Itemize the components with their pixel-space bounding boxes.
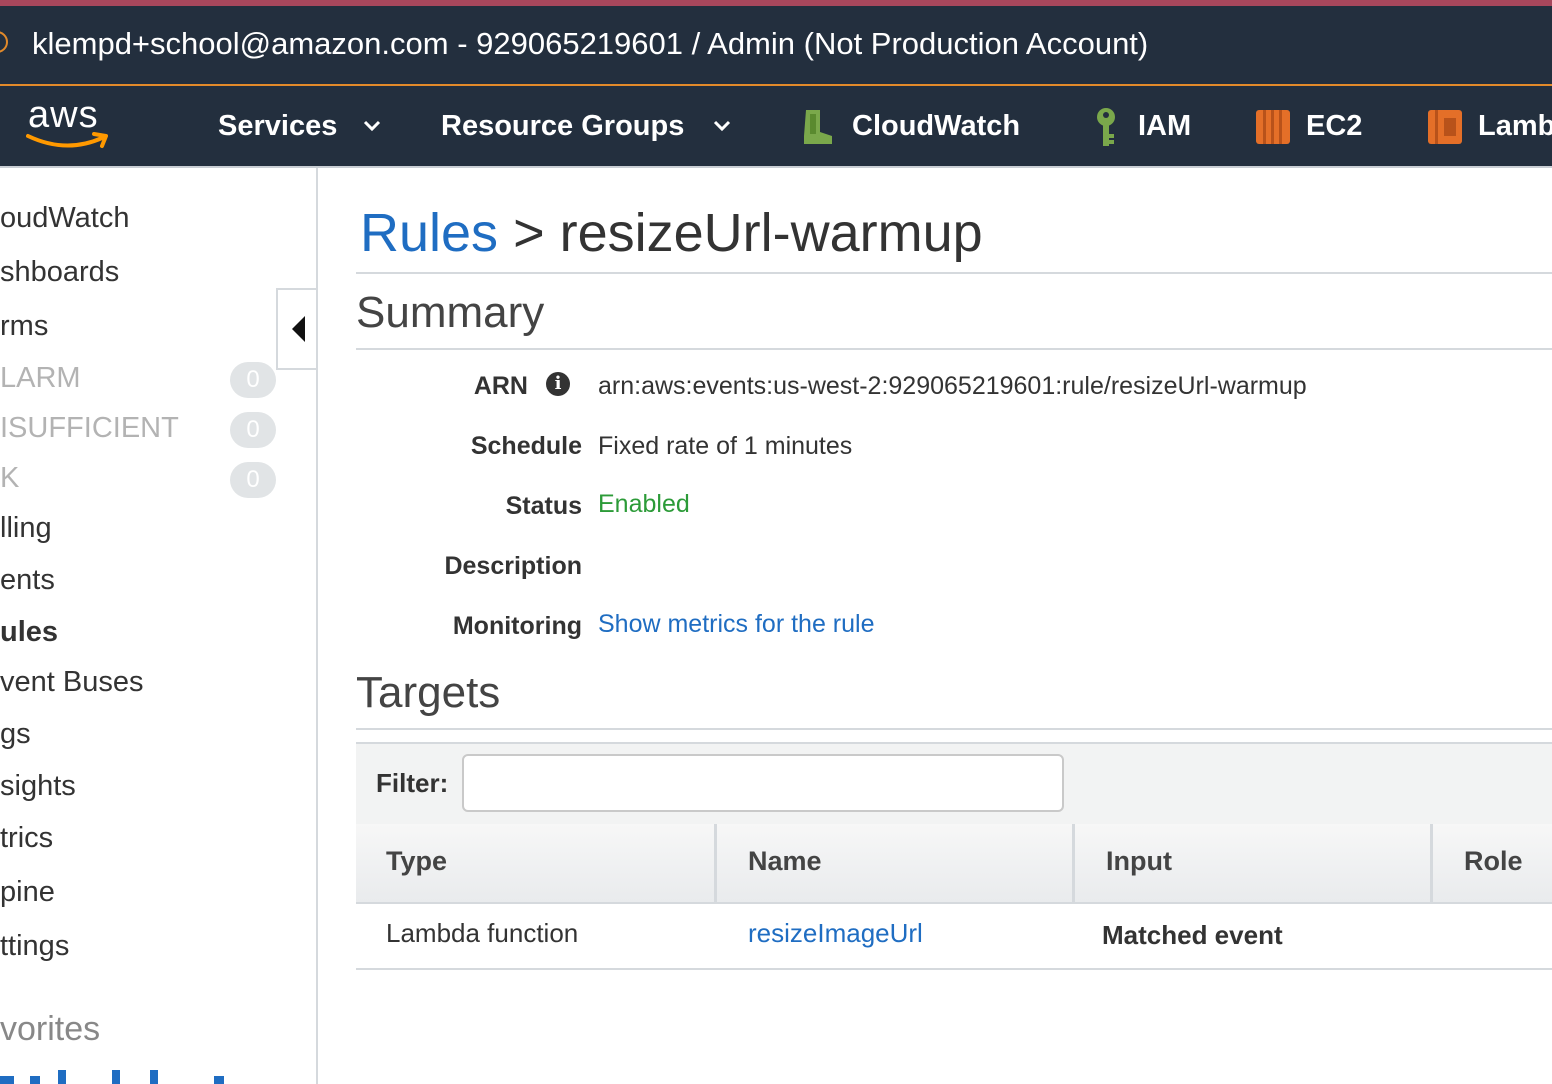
sidebar-item-billing[interactable]: lling bbox=[0, 512, 52, 545]
show-metrics-link[interactable]: Show metrics for the rule bbox=[598, 610, 875, 639]
account-status-icon bbox=[0, 31, 8, 53]
sidebar-item-alarms[interactable]: rms bbox=[0, 310, 48, 343]
sidebar-item-rules[interactable]: ules bbox=[0, 616, 58, 649]
targets-divider bbox=[356, 728, 1552, 730]
sidebar-favorite-link-partial[interactable] bbox=[0, 1068, 230, 1084]
info-icon[interactable]: i bbox=[546, 372, 570, 396]
row-divider bbox=[356, 968, 1552, 970]
monitoring-label: Monitoring bbox=[452, 612, 582, 640]
target-type-cell: Lambda function bbox=[386, 918, 579, 948]
column-header-role[interactable]: Role bbox=[1464, 846, 1523, 877]
column-divider bbox=[714, 824, 717, 902]
filter-label: Filter: bbox=[376, 768, 449, 798]
chevron-down-icon[interactable] bbox=[362, 116, 382, 136]
page-title: Rules > resizeUrl-warmup bbox=[360, 202, 983, 264]
sidebar-item-metrics[interactable]: trics bbox=[0, 822, 53, 855]
column-header-type[interactable]: Type bbox=[386, 846, 447, 877]
rule-name: resizeUrl-warmup bbox=[559, 203, 983, 263]
ok-count-badge: 0 bbox=[230, 462, 276, 498]
account-info: klempd+school@amazon.com - 929065219601 … bbox=[32, 26, 1149, 61]
global-nav: aws Services Resource Groups CloudWatch … bbox=[0, 86, 1552, 168]
sidebar-item-settings[interactable]: ttings bbox=[0, 930, 69, 963]
column-divider bbox=[1430, 824, 1433, 902]
lambda-icon bbox=[1428, 110, 1462, 144]
shortcut-iam[interactable]: IAM bbox=[1138, 110, 1191, 143]
column-header-name[interactable]: Name bbox=[748, 846, 822, 877]
summary-heading: Summary bbox=[356, 288, 545, 337]
shortcut-ec2[interactable]: EC2 bbox=[1306, 110, 1362, 143]
summary-divider bbox=[356, 348, 1552, 350]
cut-off-link-glyphs bbox=[0, 1070, 224, 1084]
services-menu[interactable]: Services bbox=[218, 110, 337, 143]
sidebar-item-insufficient-state[interactable]: ISUFFICIENT bbox=[0, 412, 179, 445]
alarm-count-badge: 0 bbox=[230, 362, 276, 398]
column-header-input[interactable]: Input bbox=[1106, 846, 1172, 877]
filter-input[interactable] bbox=[462, 754, 1064, 812]
sidebar-item-dashboards[interactable]: shboards bbox=[0, 256, 119, 289]
targets-heading: Targets bbox=[356, 668, 501, 717]
sidebar-item-ok-state[interactable]: K bbox=[0, 462, 19, 495]
account-bar: klempd+school@amazon.com - 929065219601 … bbox=[0, 6, 1552, 86]
description-label: Description bbox=[444, 552, 582, 580]
target-input-cell: Matched event bbox=[1102, 920, 1283, 950]
schedule-label: Schedule bbox=[470, 432, 582, 460]
sidebar-item-events[interactable]: ents bbox=[0, 564, 55, 597]
caret-left-icon bbox=[292, 316, 305, 342]
sidebar-item-service-lens[interactable]: pine bbox=[0, 876, 55, 909]
collapse-sidebar-button[interactable] bbox=[276, 288, 316, 370]
status-label: Status bbox=[505, 492, 582, 520]
schedule-value: Fixed rate of 1 minutes bbox=[598, 432, 853, 460]
sidebar: oudWatch shboards rms LARM 0 ISUFFICIENT… bbox=[0, 168, 318, 1084]
sidebar-item-cloudwatch[interactable]: oudWatch bbox=[0, 202, 130, 235]
shortcut-lambda[interactable]: Lamb bbox=[1478, 110, 1552, 143]
column-divider bbox=[1072, 824, 1075, 902]
target-name-link[interactable]: resizeImageUrl bbox=[748, 918, 923, 949]
sidebar-item-alarm-state[interactable]: LARM bbox=[0, 362, 81, 395]
sidebar-item-event-buses[interactable]: vent Buses bbox=[0, 666, 143, 699]
ec2-icon bbox=[1256, 110, 1290, 144]
sidebar-favorites-heading: vorites bbox=[0, 1010, 101, 1048]
targets-table-header: Type Name Input Role bbox=[356, 824, 1552, 904]
shortcut-cloudwatch[interactable]: CloudWatch bbox=[852, 110, 1020, 143]
insufficient-count-badge: 0 bbox=[230, 412, 276, 448]
resource-groups-menu[interactable]: Resource Groups bbox=[441, 110, 684, 143]
aws-smile-icon bbox=[26, 132, 108, 148]
breadcrumb-separator: > bbox=[513, 203, 545, 263]
iam-key-icon bbox=[1097, 108, 1115, 146]
status-value: Enabled bbox=[598, 490, 690, 518]
title-divider bbox=[356, 272, 1552, 274]
arn-label: ARN bbox=[473, 372, 528, 400]
targets-filter-bar: Filter: bbox=[356, 742, 1552, 826]
aws-logo[interactable]: aws bbox=[26, 94, 116, 156]
chevron-down-icon[interactable] bbox=[712, 116, 732, 136]
sidebar-item-logs[interactable]: gs bbox=[0, 718, 31, 751]
cloudwatch-icon bbox=[804, 110, 832, 144]
arn-value: arn:aws:events:us-west-2:929065219601:ru… bbox=[598, 372, 1307, 400]
breadcrumb-rules-link[interactable]: Rules bbox=[360, 203, 498, 263]
sidebar-item-insights[interactable]: sights bbox=[0, 770, 76, 803]
